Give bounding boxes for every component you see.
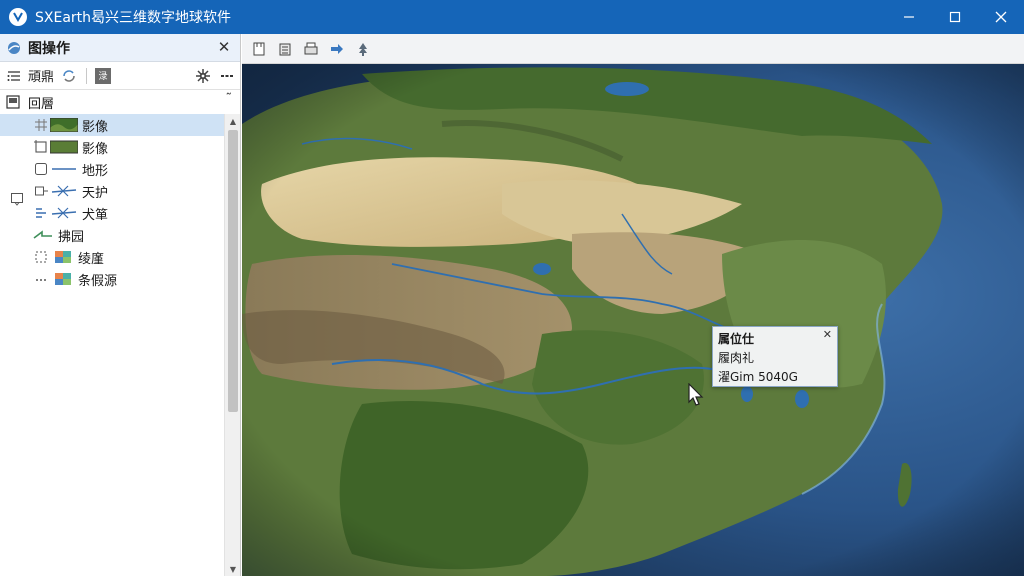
layer-label: 拂园 [58, 229, 85, 245]
popup-line-1: 履肉礼 [718, 351, 755, 365]
layer-box-label: 渌 [98, 72, 108, 82]
map-toolbar [242, 34, 1024, 64]
open-file-button[interactable] [250, 40, 268, 58]
minimize-button[interactable] [886, 0, 932, 34]
layer-tree: 影像 影像 地形 天护 犬箪 拂园 绫廑 条假源 [0, 114, 224, 542]
color-block-icon [55, 273, 71, 285]
close-icon [995, 11, 1007, 23]
layer-label: 条假源 [78, 273, 118, 289]
minimize-icon [904, 16, 914, 18]
panel-toolbar: 頑鼎 渌 [0, 62, 240, 90]
layer-row-7[interactable]: 绫廑 [0, 246, 224, 268]
dashed-frame-icon [35, 251, 47, 263]
layer-label: 犬箪 [82, 207, 109, 223]
note-icon [11, 193, 23, 206]
expand-icon[interactable] [34, 184, 48, 198]
layer-label: 绫廑 [78, 251, 105, 267]
layer-row-imagery-1[interactable]: 影像 [0, 114, 224, 136]
grid-icon [35, 119, 47, 131]
scroll-down-button[interactable]: ▼ [225, 562, 241, 576]
maximize-icon [949, 11, 961, 23]
layer-row-terrain[interactable]: 地形 [0, 158, 224, 180]
save-button[interactable] [276, 40, 294, 58]
cross-line-icon [51, 185, 77, 197]
save-icon [279, 43, 291, 55]
layer-label: 天护 [82, 185, 109, 201]
app-title: SXEarth曷兴三维数字地球软件 [35, 10, 232, 26]
layer-box-button[interactable]: 渌 [95, 67, 112, 84]
close-button[interactable] [978, 0, 1024, 34]
imagery-thumbnail-icon [50, 140, 78, 154]
panel-close-button[interactable]: ✕ [216, 38, 232, 56]
arrow-layer-icon [33, 230, 52, 239]
layers-header-label: 回層 [28, 96, 55, 112]
panel-title: 图操作 [28, 40, 70, 57]
maximize-button[interactable] [932, 0, 978, 34]
mouse-cursor-icon [688, 383, 704, 406]
layer-row-4[interactable]: 天护 [0, 180, 224, 202]
checkbox-icon[interactable] [34, 162, 48, 176]
open-file-icon [253, 42, 265, 55]
layers-header[interactable]: 回層 ˜ [0, 90, 240, 114]
line-symbol-icon [52, 168, 76, 170]
refresh-icon[interactable] [60, 68, 78, 84]
arrow-right-icon [331, 43, 343, 54]
print-button[interactable] [302, 40, 320, 58]
imagery-thumbnail-icon [50, 118, 78, 132]
forward-button[interactable] [328, 40, 346, 58]
color-block-icon [55, 251, 71, 263]
list-icon[interactable] [6, 68, 22, 84]
layer-row-5[interactable]: 犬箪 [0, 193, 224, 224]
cross-line-icon [51, 207, 77, 219]
layer-row-imagery-2[interactable]: 影像 [0, 136, 224, 158]
layer-row-6[interactable]: 拂园 [0, 224, 224, 246]
toolbar-divider [86, 67, 88, 84]
scroll-up-button[interactable]: ▲ [225, 114, 241, 128]
layer-label: 影像 [82, 119, 109, 135]
layer-label: 地形 [82, 163, 109, 179]
popup-title: 属位仕 [718, 332, 755, 346]
toolbar-label[interactable]: 頑鼎 [28, 66, 54, 85]
vector-edit-icon [36, 208, 46, 218]
layers-icon [6, 95, 20, 109]
app-logo-icon [9, 8, 27, 26]
collapse-icon[interactable]: ˜ [226, 92, 233, 107]
globe-map-view[interactable] [242, 64, 1024, 576]
globe-tool-icon [8, 41, 20, 54]
panel-header: 图操作 ✕ [0, 34, 240, 62]
frame-icon [34, 140, 47, 153]
print-icon [304, 42, 318, 54]
title-bar: SXEarth曷兴三维数字地球软件 [0, 0, 1024, 34]
more-icon[interactable] [220, 69, 234, 83]
layer-row-8[interactable]: 条假源 [0, 268, 224, 290]
tree-icon [359, 42, 367, 56]
layer-scrollbar[interactable]: ▲ ▼ [224, 114, 240, 576]
globe-terrain-image[interactable] [242, 64, 1024, 576]
popup-line-2: 濯Gim 5040G [718, 370, 798, 384]
popup-close-button[interactable]: ✕ [823, 328, 832, 341]
ellipsis-icon [36, 279, 46, 281]
gear-icon[interactable] [196, 68, 210, 83]
attribute-popup: 属位仕 ✕ 履肉礼 濯Gim 5040G [712, 326, 838, 387]
scroll-thumb[interactable] [228, 130, 238, 412]
layer-label: 影像 [82, 141, 109, 157]
tree-button[interactable] [354, 40, 372, 58]
